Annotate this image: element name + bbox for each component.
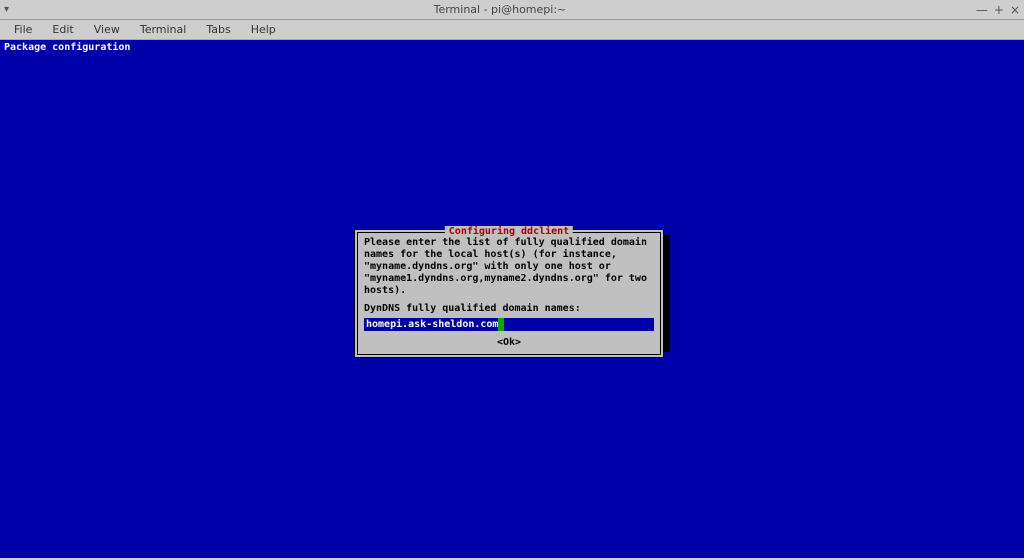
dialog-input-label: DynDNS fully qualified domain names: — [364, 303, 654, 314]
window-title: Terminal - pi@homepi:~ — [24, 3, 976, 16]
menu-tabs[interactable]: Tabs — [198, 21, 238, 38]
titlebar: ▾ Terminal - pi@homepi:~ — + × — [0, 0, 1024, 20]
dialog: Configuring ddclient Please enter the li… — [354, 229, 664, 358]
window-controls: — + × — [976, 3, 1020, 17]
dialog-inner: Configuring ddclient Please enter the li… — [357, 232, 661, 355]
menu-view[interactable]: View — [86, 21, 128, 38]
dialog-input-wrap — [364, 318, 654, 331]
menu-help[interactable]: Help — [243, 21, 284, 38]
minimize-icon[interactable]: — — [976, 3, 988, 17]
ok-button[interactable]: <Ok> — [364, 337, 654, 348]
package-configuration-header: Package configuration — [4, 42, 130, 53]
menu-terminal[interactable]: Terminal — [132, 21, 195, 38]
dialog-body-text: Please enter the list of fully qualified… — [364, 237, 654, 297]
window-menu-icon[interactable]: ▾ — [4, 4, 24, 15]
text-cursor — [498, 318, 504, 331]
dialog-title: Configuring ddclient — [445, 226, 573, 237]
domain-names-input[interactable] — [364, 318, 654, 331]
close-icon[interactable]: × — [1010, 3, 1020, 17]
menu-edit[interactable]: Edit — [44, 21, 81, 38]
maximize-icon[interactable]: + — [994, 3, 1004, 17]
terminal-area[interactable]: Package configuration Configuring ddclie… — [0, 40, 1024, 558]
menu-file[interactable]: File — [6, 21, 40, 38]
menubar: File Edit View Terminal Tabs Help — [0, 20, 1024, 40]
